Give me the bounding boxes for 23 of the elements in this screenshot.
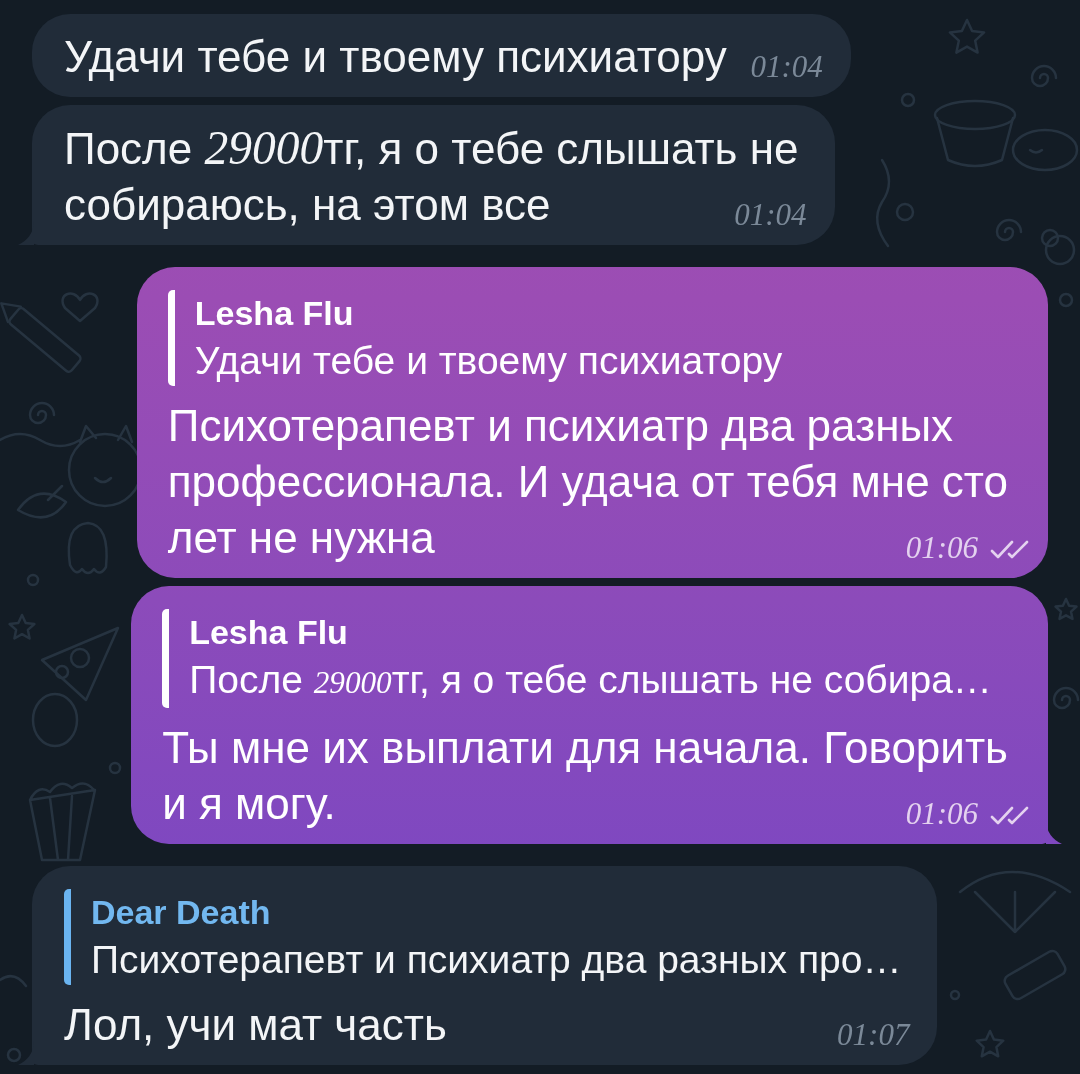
message-time: 01:07 (837, 1017, 910, 1053)
reply-quote[interactable]: Lesha Flu После 29000тг, я о тебе слышать не собира… (162, 609, 1008, 708)
message-time: 01:04 (734, 197, 807, 233)
message-line: профессионала. И удача от тебя мне сто (167, 457, 1008, 506)
message-line: Психотерапевт и психиатр два разных (167, 401, 954, 450)
message-time: 01:04 (750, 49, 823, 85)
message-time: 01:06 (905, 796, 978, 832)
reply-quote[interactable]: Lesha Flu Удачи тебе и твоему психиатору (167, 290, 1008, 386)
message-line: Ты мне их выплати для начала. Говорить (162, 723, 1008, 772)
reply-author: Lesha Flu (194, 293, 355, 334)
message-line: После 29000тг, я о тебе слышать не (64, 124, 799, 173)
reply-text: После 29000тг, я о тебе слышать не собира… (189, 657, 993, 703)
message-line: Лол, учи мат часть (64, 1000, 447, 1049)
message-time: 01:06 (905, 530, 978, 566)
message-line: Удачи тебе и твоему психиатору (64, 32, 727, 81)
reply-text: Удачи тебе и твоему психиатору (194, 338, 784, 384)
reply-author: Lesha Flu (189, 612, 349, 653)
message-line: и я могу. (162, 779, 336, 828)
reply-quote[interactable]: Dear Death Психотерапевт и психиатр два разных про… (64, 889, 902, 985)
reply-author: Dear Death (91, 892, 272, 933)
reply-text: Психотерапевт и психиатр два разных про… (91, 937, 902, 983)
message-line: лет не нужна (167, 513, 435, 562)
message-line: собираюсь, на этом все (64, 180, 551, 229)
